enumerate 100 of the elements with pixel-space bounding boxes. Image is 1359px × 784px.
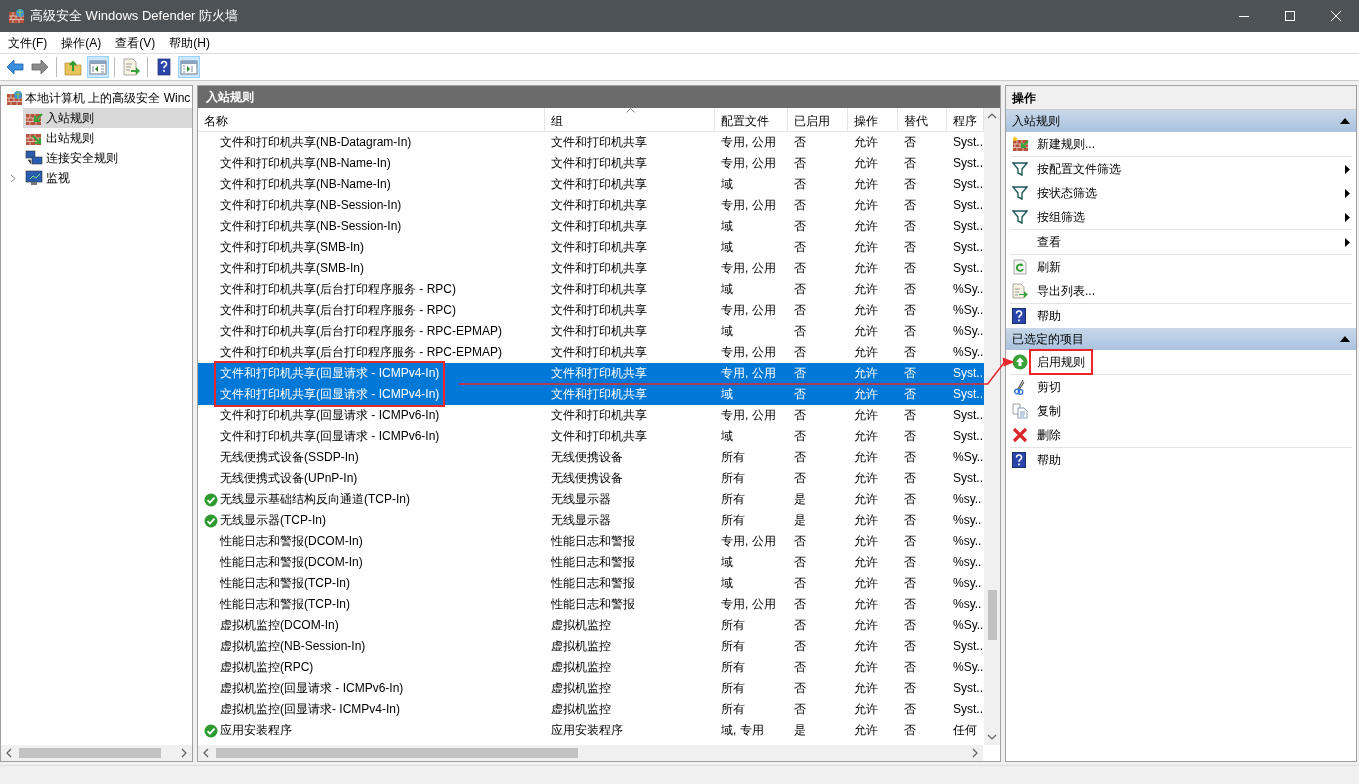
table-cell: 否 (904, 513, 916, 527)
table-cell: 否 (794, 156, 806, 170)
table-cell: 允许 (854, 681, 878, 695)
action-item[interactable]: 新建规则... (1037, 137, 1095, 151)
column-header[interactable]: 替代 (898, 108, 947, 131)
table-cell-text: 文件和打印机共享(回显请求 - ICMPv4-In) (220, 386, 440, 403)
action-item[interactable]: 复制 (1037, 404, 1061, 418)
action-item[interactable]: 帮助 (1037, 309, 1061, 323)
table-cell: Syst.. (953, 639, 983, 653)
action-item[interactable]: 查看 (1037, 235, 1061, 249)
window-title: 高级安全 Windows Defender 防火墙 (29, 7, 240, 26)
table-cell: 文件和打印机共享 (551, 198, 647, 212)
table-cell: 允许 (854, 660, 878, 674)
table-cell: 否 (904, 156, 916, 170)
table-cell: 否 (904, 408, 916, 422)
table-cell: 允许 (854, 492, 878, 506)
table-cell: %sy.. (953, 513, 982, 527)
table-cell-text: 文件和打印机共享(回显请求 - ICMPv6-In) (220, 407, 440, 424)
column-header[interactable]: 操作 (848, 108, 898, 131)
table-cell: 允许 (854, 387, 878, 401)
table-cell: 否 (794, 366, 806, 380)
table-cell: 文件和打印机共享 (551, 219, 647, 233)
table-cell: %Sy.. (953, 660, 984, 674)
column-header[interactable]: 组 (545, 108, 715, 131)
table-cell: 所有 (721, 660, 745, 674)
table-cell: 否 (794, 534, 806, 548)
table-cell-text: 文件和打印机共享(回显请求 - ICMPv4-In) (220, 365, 440, 382)
table-cell: 专用, 公用 (721, 366, 776, 380)
table-cell: 允许 (854, 240, 878, 254)
table-cell: 否 (794, 618, 806, 632)
table-cell: 虚拟机监控 (551, 639, 611, 653)
table-cell: 否 (794, 387, 806, 401)
tree-item[interactable]: 监视 (46, 169, 70, 187)
table-cell: 性能日志和警报 (551, 597, 635, 611)
table-cell-text: 文件和打印机共享(NB-Session-In) (220, 197, 402, 214)
table-cell: 域 (721, 576, 733, 590)
table-cell-text: 性能日志和警报(TCP-In) (220, 596, 350, 613)
action-item[interactable]: 刷新 (1037, 260, 1061, 274)
action-item[interactable]: 按配置文件筛选 (1037, 162, 1121, 176)
table-cell-text: 虚拟机监控(RPC) (220, 659, 314, 676)
table-cell: 所有 (721, 618, 745, 632)
table-cell: 应用安装程序 (551, 723, 623, 737)
table-cell: 允许 (854, 576, 878, 590)
table-cell: 文件和打印机共享 (551, 345, 647, 359)
table-cell: 允许 (854, 555, 878, 569)
table-cell-text: 无线便携式设备(UPnP-In) (220, 470, 358, 487)
table-cell: 否 (904, 282, 916, 296)
table-cell: 专用, 公用 (721, 261, 776, 275)
table-cell: 文件和打印机共享 (551, 135, 647, 149)
table-cell: 否 (904, 618, 916, 632)
menu-item[interactable]: 查看(V) (109, 32, 162, 53)
table-cell-text: 文件和打印机共享(NB-Datagram-In) (220, 134, 412, 151)
action-item[interactable]: 启用规则 (1037, 355, 1085, 369)
table-cell: 否 (904, 366, 916, 380)
action-item[interactable]: 按组筛选 (1037, 210, 1085, 224)
table-cell: Syst.. (953, 156, 983, 170)
table-cell-text: 文件和打印机共享(NB-Session-In) (220, 218, 402, 235)
table-cell: 否 (794, 135, 806, 149)
section-header[interactable]: 入站规则 (1012, 110, 1060, 132)
table-cell: 否 (904, 639, 916, 653)
table-cell: 允许 (854, 303, 878, 317)
table-cell: 允许 (854, 702, 878, 716)
table-cell: 是 (794, 492, 806, 506)
table-cell: 任何 (953, 723, 977, 737)
column-header[interactable]: 配置文件 (715, 108, 788, 131)
action-item[interactable]: 剪切 (1037, 380, 1061, 394)
table-cell: 否 (904, 471, 916, 485)
table-cell: %Sy.. (953, 303, 984, 317)
table-cell-text: 文件和打印机共享(回显请求 - ICMPv6-In) (220, 428, 440, 445)
table-cell: 否 (904, 429, 916, 443)
tree-item[interactable]: 出站规则 (46, 129, 94, 147)
table-cell: 允许 (854, 597, 878, 611)
column-header[interactable]: 名称 (198, 108, 545, 131)
table-cell: Syst.. (953, 135, 983, 149)
action-item[interactable]: 按状态筛选 (1037, 186, 1097, 200)
menu-item[interactable]: 帮助(H) (163, 32, 216, 53)
table-cell: 专用, 公用 (721, 597, 776, 611)
tree-item[interactable]: 本地计算机 上的高级安全 Winc (25, 89, 191, 107)
action-item[interactable]: 导出列表... (1037, 284, 1095, 298)
table-cell: Syst.. (953, 198, 983, 212)
action-item[interactable]: 删除 (1037, 428, 1061, 442)
table-cell-text: 性能日志和警报(DCOM-In) (220, 533, 363, 550)
column-header[interactable]: 已启用 (788, 108, 848, 131)
table-cell-text: 文件和打印机共享(SMB-In) (220, 260, 364, 277)
table-cell: 否 (904, 576, 916, 590)
table-cell: 专用, 公用 (721, 156, 776, 170)
table-cell: 否 (904, 597, 916, 611)
table-cell: 允许 (854, 408, 878, 422)
menu-item[interactable]: 文件(F) (2, 32, 54, 53)
table-cell-text: 虚拟机监控(NB-Session-In) (220, 638, 366, 655)
action-item[interactable]: 帮助 (1037, 453, 1061, 467)
table-cell: 否 (904, 450, 916, 464)
table-cell: 域 (721, 555, 733, 569)
menu-item[interactable]: 操作(A) (55, 32, 108, 53)
panel-title: 操作 (1006, 86, 1356, 110)
table-cell: Syst.. (953, 408, 983, 422)
table-cell: 否 (794, 240, 806, 254)
table-cell: 否 (794, 198, 806, 212)
table-cell-text: 性能日志和警报(DCOM-In) (220, 554, 363, 571)
tree-item[interactable]: 连接安全规则 (46, 149, 118, 167)
